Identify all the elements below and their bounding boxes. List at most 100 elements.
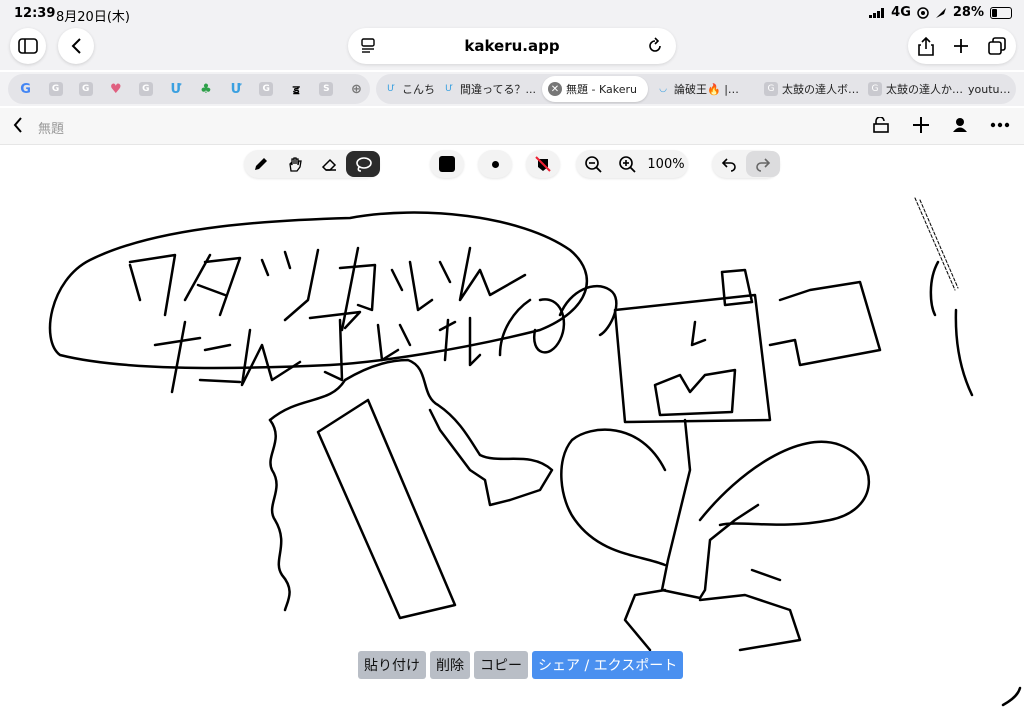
- undo-button[interactable]: [712, 151, 746, 177]
- airplane-icon: [935, 7, 946, 18]
- color-swatch-icon: [439, 156, 455, 172]
- tab-7[interactable]: youtu…: [968, 74, 1016, 104]
- address-bar[interactable]: kakeru.app: [348, 28, 676, 64]
- status-right: 4G 28%: [869, 5, 1012, 20]
- tabs-overview-icon[interactable]: [987, 36, 1007, 56]
- drawing-stroke: [768, 280, 882, 367]
- hand-tool-button[interactable]: [278, 151, 312, 177]
- paste-button[interactable]: 貼り付け: [358, 651, 426, 679]
- tab-6[interactable]: G 太鼓の達人か…: [868, 74, 968, 104]
- google-icon: G: [20, 81, 31, 97]
- tab-label: youtu…: [968, 82, 1011, 96]
- pinned-tab-s[interactable]: S: [313, 77, 340, 101]
- selection-actions: 貼り付け 削除 コピー シェア / エクスポート: [358, 651, 684, 679]
- drawing-stroke: [240, 328, 302, 387]
- plus-icon[interactable]: [912, 116, 930, 134]
- drawing-stroke: [613, 293, 772, 424]
- battery-icon: [990, 6, 1012, 19]
- pinned-tab-google[interactable]: G: [12, 77, 39, 101]
- tab-label: 論破王🔥 |…: [674, 83, 739, 96]
- tool-group: [244, 150, 380, 178]
- pinned-tab-g4[interactable]: G: [253, 77, 280, 101]
- eraser-tool-button[interactable]: [312, 151, 346, 177]
- drawing-canvas[interactable]: [0, 180, 1024, 712]
- drawing-stroke: [316, 398, 457, 620]
- unlock-icon[interactable]: [872, 117, 890, 133]
- g-favicon-icon: G: [764, 82, 778, 96]
- drawing-stroke: [128, 253, 177, 317]
- more-icon[interactable]: [990, 122, 1010, 128]
- kakeru-favicon-icon: Ư: [230, 81, 242, 97]
- g-favicon-icon: G: [868, 82, 882, 96]
- pinned-tab-kakeru2[interactable]: Ư: [223, 77, 250, 101]
- stroke-width-button[interactable]: [478, 151, 512, 177]
- pinned-tab-g1[interactable]: G: [42, 77, 69, 101]
- pinned-tab-plant[interactable]: ♣: [192, 77, 219, 101]
- hand-icon: [289, 157, 302, 172]
- zoom-level: 100%: [647, 156, 685, 172]
- g-favicon-icon: G: [138, 82, 153, 96]
- reload-icon[interactable]: [646, 37, 664, 55]
- redo-button[interactable]: [746, 151, 780, 177]
- chevron-left-icon[interactable]: [12, 116, 24, 134]
- drawing-stroke: [183, 253, 242, 317]
- drawing-stroke: [308, 310, 362, 382]
- status-bar: 12:39 8月20日(木) 4G 28%: [0, 0, 1024, 28]
- app-header: 無題: [0, 108, 1024, 145]
- pinned-tab-g3[interactable]: G: [132, 77, 159, 101]
- logo-icon: ॾ: [292, 82, 300, 97]
- drawing-stroke: [498, 298, 566, 357]
- drawing-stroke: [558, 284, 618, 337]
- kakeru-favicon-icon: Ư: [170, 81, 182, 97]
- drawing-stroke: [560, 428, 667, 567]
- drawing-stroke: [260, 248, 320, 322]
- drawing-stroke: [376, 323, 412, 362]
- drawing-stroke: [153, 320, 242, 394]
- delete-button[interactable]: 削除: [430, 651, 470, 679]
- pinned-tab-logo[interactable]: ॾ: [283, 77, 310, 101]
- close-icon[interactable]: ✕: [548, 82, 562, 96]
- network-label: 4G: [891, 5, 911, 20]
- pressure-group: [526, 150, 560, 178]
- sidebar-toggle-button[interactable]: [10, 28, 46, 64]
- back-button[interactable]: [58, 28, 94, 64]
- g-favicon-icon: G: [48, 82, 63, 96]
- drawing-stroke: [653, 368, 737, 417]
- drawing-stroke: [1001, 686, 1022, 707]
- tab-3-active[interactable]: ✕ 無題 - Kakeru: [542, 76, 648, 102]
- undo-icon: [721, 158, 736, 172]
- zoom-in-button[interactable]: [610, 151, 644, 177]
- drawing-stroke: [698, 440, 870, 527]
- tab-2[interactable]: Ư 間違ってる？...: [442, 74, 542, 104]
- copy-button[interactable]: コピー: [474, 651, 528, 679]
- pinned-tab-heart[interactable]: ♥: [102, 77, 129, 101]
- drawing-stroke: [438, 316, 482, 367]
- drawing-stroke: [338, 246, 404, 332]
- pinned-tab-g2[interactable]: G: [72, 77, 99, 101]
- pressure-toggle-button[interactable]: [526, 151, 560, 177]
- document-title[interactable]: 無題: [38, 118, 64, 137]
- lasso-tool-button[interactable]: [346, 151, 380, 177]
- signal-icon: [869, 7, 885, 18]
- color-swatch-button[interactable]: [430, 151, 464, 177]
- pen-tool-button[interactable]: [244, 151, 278, 177]
- drawing-stroke: [268, 358, 554, 507]
- g-favicon-icon: G: [78, 82, 93, 96]
- zoom-out-button[interactable]: [576, 151, 610, 177]
- s-favicon-icon: S: [319, 82, 334, 96]
- tab-4[interactable]: ◡ 論破王🔥 |…: [656, 74, 756, 104]
- share-export-button[interactable]: シェア / エクスポート: [532, 651, 684, 679]
- new-tab-icon[interactable]: [952, 37, 970, 55]
- user-icon[interactable]: [952, 117, 968, 133]
- pinned-tab-globe[interactable]: ⊕: [343, 77, 370, 101]
- tab-label: 無題 - Kakeru: [566, 83, 637, 96]
- browser-actions: [908, 28, 1016, 64]
- pinned-tab-kakeru1[interactable]: Ư: [162, 77, 189, 101]
- tab-group: Ư こんち Ư 間違ってる？... ✕ 無題 - Kakeru ◡ 論破王🔥 |…: [376, 74, 1016, 104]
- share-icon[interactable]: [917, 36, 935, 56]
- pressure-off-icon: [535, 156, 551, 172]
- drawing-stroke: [720, 268, 754, 307]
- tab-1[interactable]: Ư こんち: [384, 74, 442, 104]
- tab-5[interactable]: G 太鼓の達人ボ…: [764, 74, 864, 104]
- tab-label: 太鼓の達人か…: [886, 83, 963, 96]
